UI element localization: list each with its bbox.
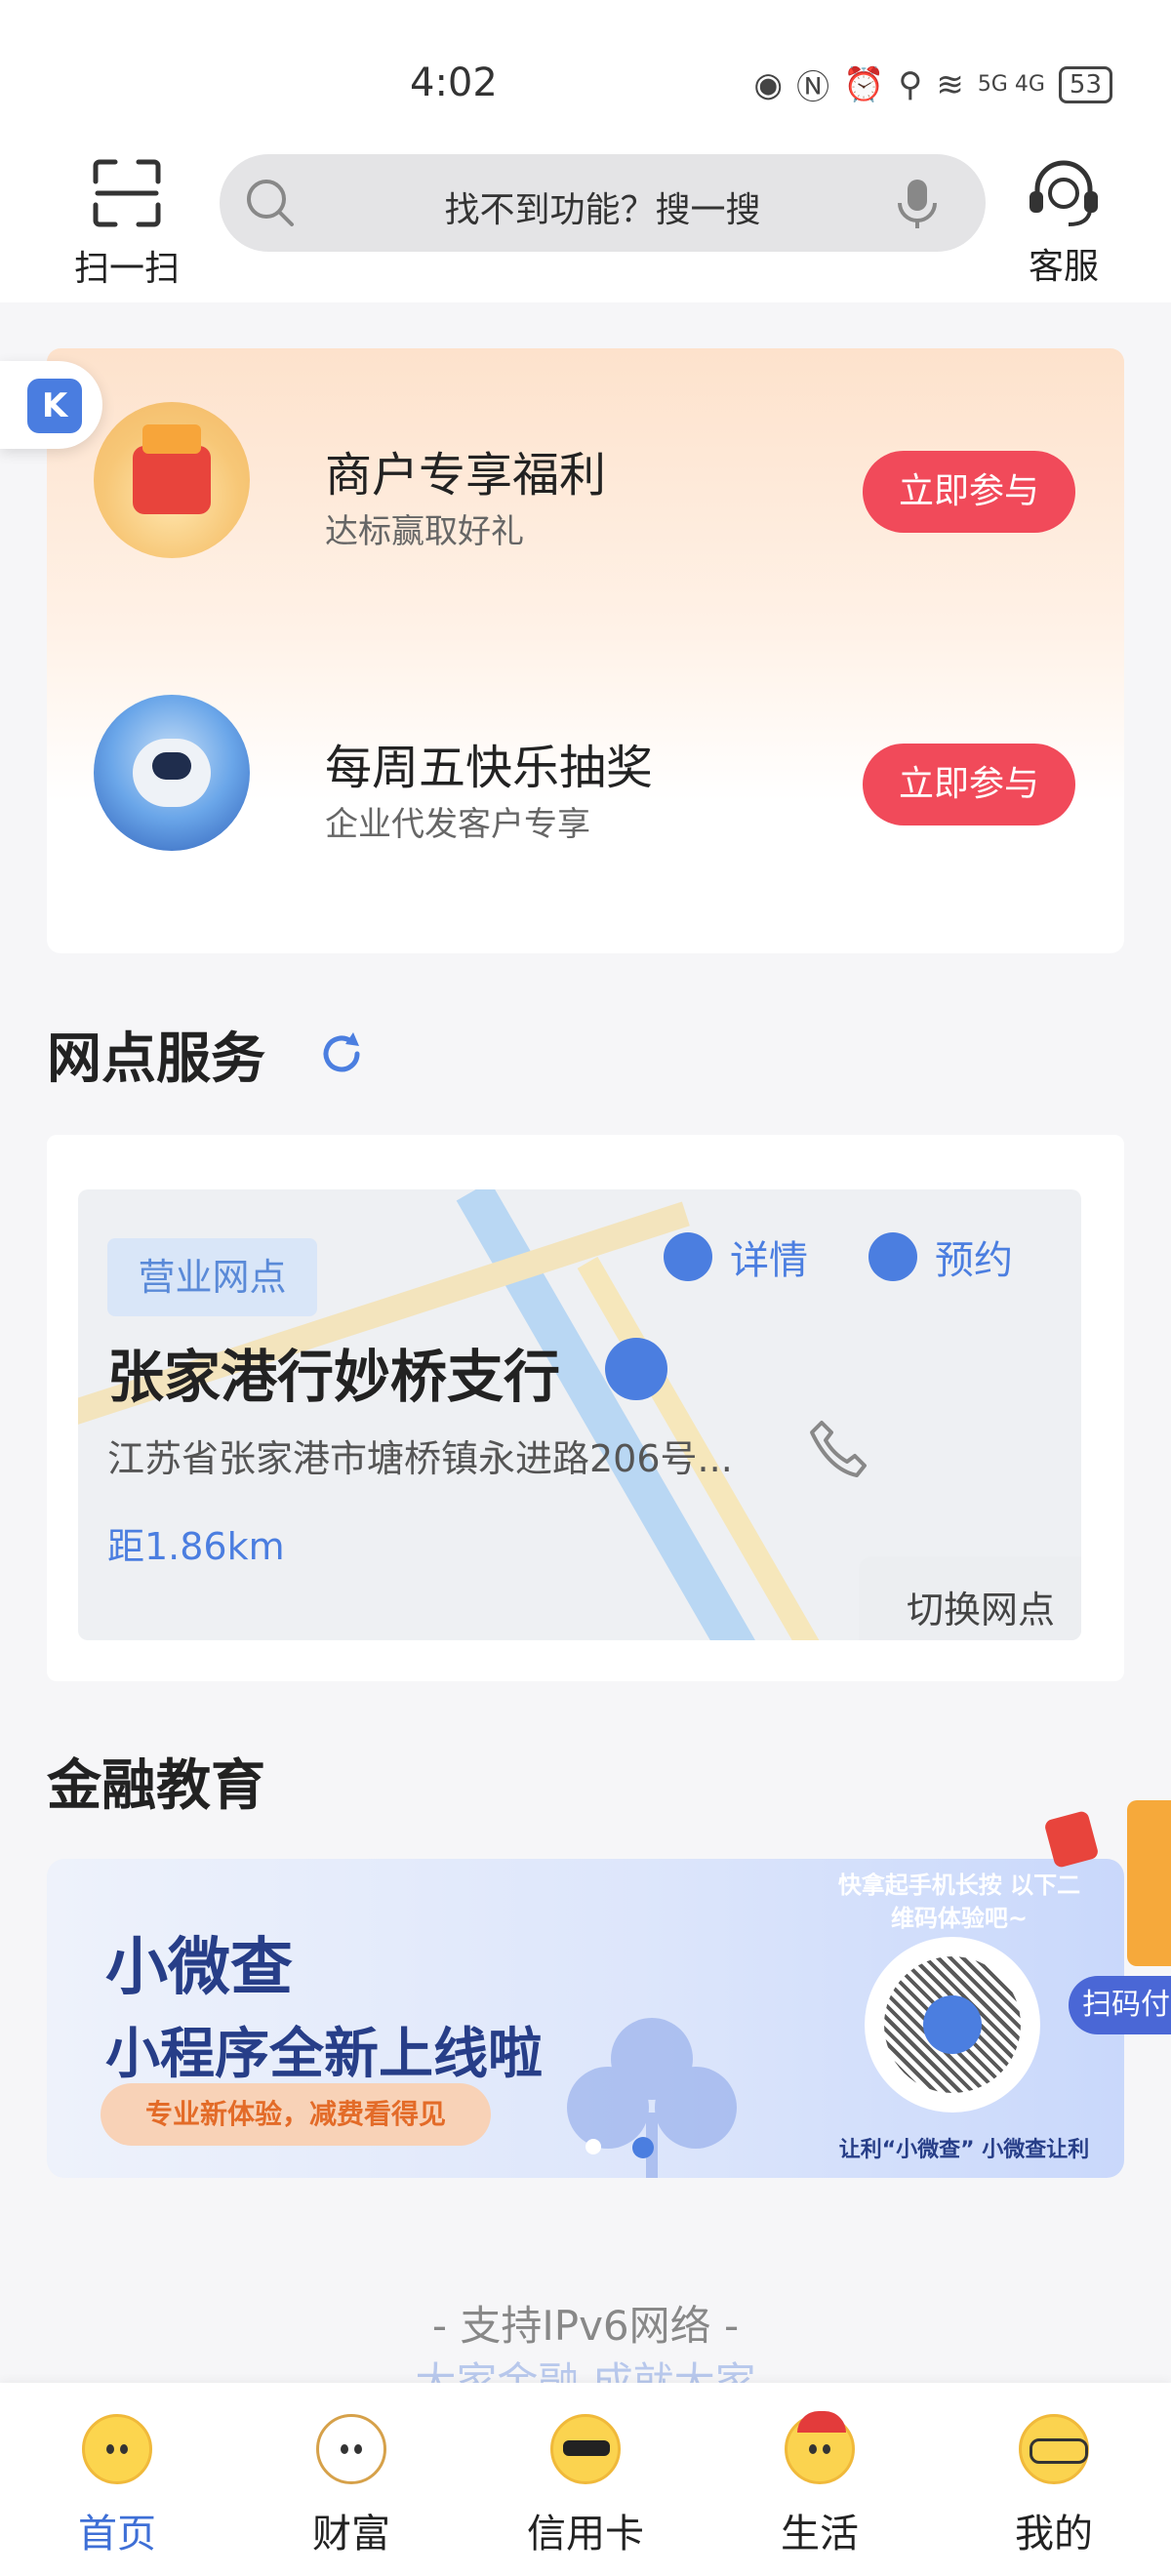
nav-label: 首页 [78,2512,156,2556]
location-icon: ⚲ [898,64,923,104]
details-button[interactable]: 详情 [664,1228,808,1285]
nav-label: 生活 [781,2512,859,2556]
branch-name: 张家港行妙桥支行 [107,1344,561,1410]
nav-item-home[interactable]: 首页 [0,2383,234,2576]
scan-icon [93,159,161,227]
service-label: 客服 [1028,247,1099,287]
floating-assistant-button[interactable]: K [0,361,102,449]
list-icon [664,1232,712,1281]
life-icon [785,2411,855,2484]
nav-label: 信用卡 [527,2512,644,2556]
card-icon [1127,1800,1171,1966]
details-label: 详情 [730,1238,808,1283]
promo-item-merchant[interactable]: 商户专享福利 达标赢取好礼 立即参与 [47,348,1124,558]
ipv6-notice: - 支持IPv6网络 - [431,2302,740,2350]
nav-item-wealth[interactable]: 财富 [234,2383,468,2576]
scan-pay-button[interactable]: 扫码付 [1069,1976,1171,2034]
status-icons: ◉ Ⓝ ⏰ ⚲ ≋ 5G 4G 53 [753,60,1112,108]
qr-code [865,1937,1040,2113]
education-banner[interactable]: 小微查 小程序全新上线啦 专业新体验，减费看得见 快拿起手机长按 以下二维码体验… [47,1859,1124,2178]
bottom-navigation: 首页 财富 信用卡 生活 我的 [0,2383,1171,2576]
nfc-icon: Ⓝ [796,68,830,107]
nav-label: 财富 [312,2512,390,2556]
home-icon [82,2414,152,2484]
promo-card: 商户专享福利 达标赢取好礼 立即参与 每周五快乐抽奖 企业代发客户专享 立即参与 [47,348,1124,953]
nav-label: 我的 [1015,2512,1093,2556]
switch-branch-button[interactable]: 切换网点 [859,1556,1081,1640]
signal-icon: 5G 4G [977,72,1045,97]
branch-card: 营业网点 详情 预约 张家港行妙桥支行 江苏省张家港市塘桥镇永进路206号...… [47,1135,1124,1681]
eye-icon: ◉ [753,64,784,104]
top-header: 扫一扫 找不到功能？搜一搜 客服 [0,137,1171,302]
scan-button[interactable]: 扫一扫 [59,154,195,291]
branch-type-tag: 营业网点 [107,1238,317,1316]
promo-subtitle: 企业代发客户专享 [325,805,590,844]
join-button[interactable]: 立即参与 [863,744,1075,825]
microphone-icon[interactable] [888,174,947,232]
banner-footer: 让利“小微查” 小微查让利 [838,2138,1090,2162]
branch-address: 江苏省张家港市塘桥镇永进路206号... [107,1437,733,1480]
nav-item-mine[interactable]: 我的 [937,2383,1171,2576]
floating-scan-pay[interactable]: 扫码付 [1043,1800,1171,2044]
k-logo-icon: K [27,379,82,433]
red-envelope-icon [1043,1809,1100,1870]
section-title-branch: 网点服务 [47,1027,265,1091]
wifi-icon: ≋ [936,64,964,104]
banner-title: 小微查 [105,1932,293,2004]
battery-icon: 53 [1058,65,1112,103]
promo-title: 商户专享福利 [325,448,607,503]
appointment-label: 预约 [935,1238,1013,1283]
search-placeholder: 找不到功能？搜一搜 [444,190,761,230]
status-bar: 4:02 ◉ Ⓝ ⏰ ⚲ ≋ 5G 4G 53 [0,0,1171,146]
promo-subtitle: 达标赢取好礼 [325,512,524,551]
headset-icon [1030,160,1098,226]
nav-item-life[interactable]: 生活 [703,2383,937,2576]
wealth-icon [316,2414,386,2484]
scan-label: 扫一扫 [73,249,180,289]
search-bar[interactable]: 找不到功能？搜一搜 [220,154,986,252]
carousel-dot-active[interactable] [632,2137,654,2158]
section-title-education: 金融教育 [47,1754,265,1818]
clover-logo-icon [923,1995,982,2054]
branch-map[interactable]: 营业网点 详情 预约 张家港行妙桥支行 江苏省张家港市塘桥镇永进路206号...… [78,1189,1081,1640]
footer-slogan: 大家金融 成就大家 [0,2361,1171,2383]
customer-service-button[interactable]: 客服 [1005,154,1122,289]
nav-item-credit-card[interactable]: 信用卡 [468,2383,703,2576]
profile-icon [1019,2414,1089,2484]
gift-box-image [94,402,250,558]
phone-icon[interactable] [800,1409,878,1487]
branch-distance: 距1.86km [107,1525,285,1568]
banner-subtitle: 小程序全新上线啦 [105,2023,543,2086]
promo-item-lottery[interactable]: 每周五快乐抽奖 企业代发客户专享 立即参与 [47,641,1124,851]
credit-card-icon [550,2414,621,2484]
navigation-icon[interactable] [605,1338,667,1400]
join-button[interactable]: 立即参与 [863,451,1075,533]
appointment-button[interactable]: 预约 [868,1228,1013,1285]
status-time: 4:02 [410,60,498,105]
promo-title: 每周五快乐抽奖 [325,741,654,795]
clock-icon [868,1232,917,1281]
alarm-icon: ⏰ [843,64,885,104]
astronaut-image [94,695,250,851]
carousel-dot[interactable] [586,2139,601,2154]
refresh-icon[interactable] [312,1025,371,1083]
banner-pill: 专业新体验，减费看得见 [101,2083,491,2146]
